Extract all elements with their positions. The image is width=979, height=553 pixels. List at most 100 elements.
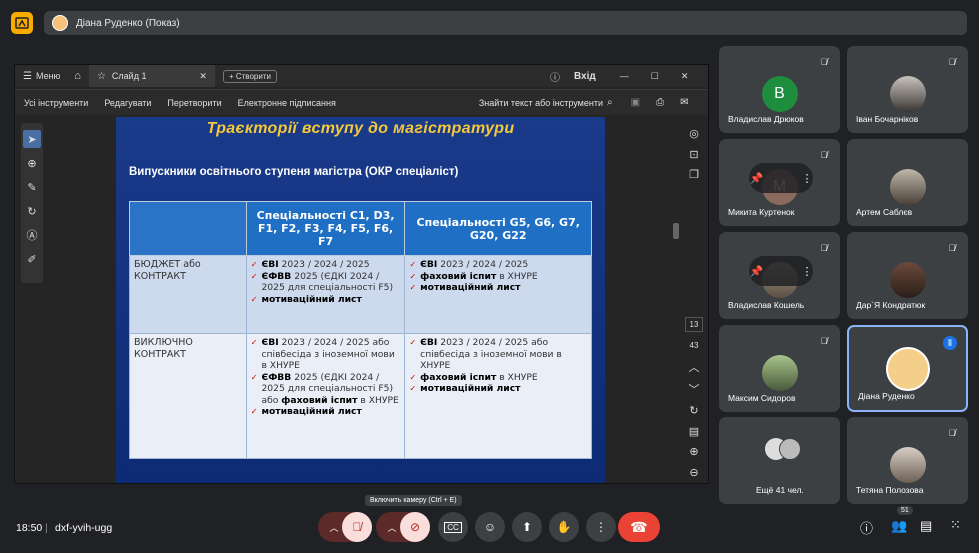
participant-tile[interactable]: 🎙̸ Дар`Я Кондратюк xyxy=(847,232,968,319)
leave-call-button[interactable]: ☎ xyxy=(618,512,660,542)
zoom-out-icon[interactable]: ⊖ xyxy=(685,465,703,480)
page-current[interactable]: 13 xyxy=(685,317,703,333)
lasso-icon[interactable]: ↻ xyxy=(23,202,41,220)
participant-name: Владислав Дрюков xyxy=(728,114,804,124)
participant-tile-active-speaker[interactable]: ⦀ Діана Руденко xyxy=(847,325,968,412)
select-cursor-icon[interactable]: ➤ xyxy=(23,130,41,148)
viewer-toolbar: Усі інструменти Редагувати Перетворити Е… xyxy=(15,89,708,115)
participant-tile[interactable]: 🎙̸ M 📌⋮ Микита Куртенок xyxy=(719,139,840,226)
check-icon: ✓ xyxy=(250,294,258,304)
mic-off-icon: 🎙̸ xyxy=(948,428,956,438)
zoom-in-icon[interactable]: ⊕ xyxy=(685,445,703,460)
activities-icon[interactable]: ⁙ xyxy=(950,517,961,533)
hamburger-icon[interactable]: ☰ xyxy=(23,71,32,82)
comment-icon[interactable]: ⊕ xyxy=(23,154,41,172)
check-icon: ✓ xyxy=(409,338,417,347)
participant-tile[interactable]: 🎙̸ Максим Сидоров xyxy=(719,325,840,412)
check-icon: ✓ xyxy=(250,338,258,347)
scrollbar-thumb[interactable] xyxy=(673,223,679,239)
check-icon: ✓ xyxy=(250,271,258,281)
tab-label: Слайд 1 xyxy=(111,71,147,81)
present-screen-icon: ⬆ xyxy=(521,520,533,534)
captions-button[interactable]: CC xyxy=(438,512,468,542)
check-icon: ✓ xyxy=(250,407,258,416)
save-icon[interactable]: ▣ xyxy=(631,97,640,108)
presenter-pill[interactable]: Діана Руденко (Показ) xyxy=(44,11,967,35)
mic-off-icon: 🎙̸ xyxy=(352,520,362,534)
slide-canvas: Траєкторії вступу до магістратури Випуск… xyxy=(116,117,605,483)
toolbar-all-tools[interactable]: Усі інструменти xyxy=(24,98,88,108)
camera-toggle-button[interactable]: ⊘ xyxy=(400,512,430,542)
people-icon[interactable]: 👥 xyxy=(891,518,907,534)
chat-icon[interactable]: ▤ xyxy=(920,518,932,534)
page-tool-icon[interactable]: ▤ xyxy=(685,424,703,439)
participant-tile[interactable]: 🎙̸ 📌 ⋮ Владислав Кошель xyxy=(719,232,840,319)
camera-options-chevron-icon[interactable]: ︿ xyxy=(387,521,396,534)
present-button[interactable]: ⬆ xyxy=(512,512,542,542)
signin-button[interactable]: Вхід xyxy=(574,71,596,82)
hangup-icon: ☎ xyxy=(630,518,648,535)
print-icon[interactable]: ⎙ xyxy=(656,97,664,108)
toolbar-convert[interactable]: Перетворити xyxy=(167,98,221,108)
toolbar-edit[interactable]: Редагувати xyxy=(104,98,151,108)
maximize-icon[interactable]: ☐ xyxy=(651,71,659,82)
mic-toggle-button[interactable]: 🎙̸ xyxy=(342,512,372,542)
raise-hand-button[interactable]: ✋ xyxy=(549,512,579,542)
meeting-code: dxf-yvih-ugg xyxy=(55,522,113,534)
pin-icon[interactable]: 📌 xyxy=(750,172,764,185)
refresh-icon[interactable]: ↻ xyxy=(685,403,703,418)
mail-icon[interactable]: ✉ xyxy=(680,97,688,108)
close-tab-icon[interactable]: ✕ xyxy=(199,71,207,82)
create-label: Створити xyxy=(235,71,271,81)
more-options-button[interactable]: ⋮ xyxy=(586,512,616,542)
meet-app-icon[interactable] xyxy=(11,12,33,34)
more-icon[interactable]: ⋮ xyxy=(801,265,812,278)
pin-icon[interactable]: 📌 xyxy=(750,265,764,278)
info-icon[interactable]: ⓘ xyxy=(860,518,873,537)
bookmark-icon[interactable]: ⊡ xyxy=(685,147,703,162)
more-icon[interactable]: ⋮ xyxy=(801,172,812,185)
menu-label[interactable]: Меню xyxy=(36,71,60,81)
participant-name: Тетяна Полозова xyxy=(856,485,924,495)
text-box-icon[interactable]: Ⓐ xyxy=(23,226,41,244)
chevron-down-icon[interactable]: ﹀ xyxy=(685,381,703,397)
mic-options-chevron-icon[interactable]: ︿ xyxy=(329,521,338,534)
participant-tile[interactable]: 🎙̸ В Владислав Дрюков xyxy=(719,46,840,133)
tab-slide[interactable]: ☆ Слайд 1 ✕ xyxy=(88,65,215,87)
admission-table: Спеціальності C1, D3, F1, F2, F3, F4, F5… xyxy=(129,201,592,459)
participant-name: Іван Бочарніков xyxy=(856,114,919,124)
avatar xyxy=(889,76,926,112)
slide-title: Траєкторії вступу до магістратури xyxy=(206,120,515,137)
participant-tile-overflow[interactable]: Ещё 41 чел. xyxy=(719,417,840,504)
pen-icon[interactable]: ✎ xyxy=(23,178,41,196)
star-icon[interactable]: ☆ xyxy=(97,71,106,82)
participant-name: Владислав Кошель xyxy=(728,300,805,310)
cell-r2c2: ✓ ЄВІ 2023 / 2024 / 2025 або співбесіда з… xyxy=(404,333,592,459)
find-label[interactable]: Знайти текст або інструменти xyxy=(479,98,603,108)
tile-controls: 📌 ⋮ xyxy=(749,256,813,286)
search-icon[interactable]: ⌕ xyxy=(607,97,613,108)
copy-icon[interactable]: ❐ xyxy=(685,167,703,182)
participant-tile[interactable]: Артем Саблєв xyxy=(847,139,968,226)
speaking-indicator-icon: ⦀ xyxy=(943,336,957,350)
minimize-icon[interactable]: — xyxy=(620,71,629,81)
close-window-icon[interactable]: ✕ xyxy=(681,71,689,82)
reactions-button[interactable]: ☺ xyxy=(475,512,505,542)
help-icon[interactable]: ⓘ xyxy=(550,69,560,84)
more-vert-icon: ⋮ xyxy=(595,520,607,534)
participant-tile[interactable]: 🎙̸ Тетяна Полозова xyxy=(847,417,968,504)
stamp-icon[interactable]: ✐ xyxy=(23,250,41,268)
slide-subtitle: Випускники освітнього ступеня магістра (… xyxy=(129,166,459,178)
viewer-titlebar: ☰ Меню ⌂ ☆ Слайд 1 ✕ + Створити ⓘ Вхід —… xyxy=(15,65,708,87)
separator: | xyxy=(45,522,48,534)
avatar xyxy=(889,447,926,483)
ai-assistant-icon[interactable]: ◎ xyxy=(685,126,703,141)
home-icon[interactable]: ⌂ xyxy=(74,70,81,82)
create-button[interactable]: + Створити xyxy=(222,69,277,83)
check-icon: ✓ xyxy=(250,372,258,382)
participant-tile[interactable]: 🎙̸ Іван Бочарніков xyxy=(847,46,968,133)
toolbar-esign[interactable]: Електронне підписання xyxy=(238,98,336,108)
chevron-up-icon[interactable]: ︿ xyxy=(685,359,703,375)
tile-controls: 📌 ⋮ xyxy=(749,163,813,193)
check-icon: ✓ xyxy=(409,283,417,292)
